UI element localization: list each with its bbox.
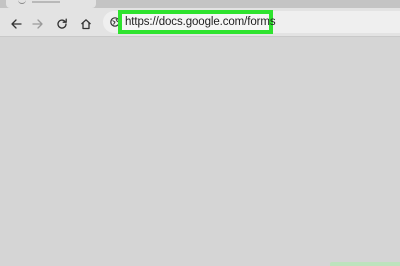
forward-button[interactable] bbox=[31, 17, 45, 31]
tab-title bbox=[32, 1, 60, 3]
browser-window: https://docs.google.com/forms bbox=[0, 0, 400, 266]
url-text[interactable]: https://docs.google.com/forms bbox=[125, 14, 276, 30]
back-arrow-icon bbox=[11, 19, 22, 29]
home-icon bbox=[81, 19, 91, 30]
reload-icon bbox=[57, 18, 67, 29]
browser-tab[interactable] bbox=[6, 0, 96, 8]
corner-element bbox=[330, 262, 400, 266]
reload-button[interactable] bbox=[55, 17, 69, 31]
tab-favicon-icon bbox=[18, 0, 26, 4]
forward-arrow-icon bbox=[32, 19, 43, 29]
home-button[interactable] bbox=[79, 17, 93, 31]
back-button[interactable] bbox=[9, 17, 23, 31]
tab-strip bbox=[0, 0, 400, 8]
page-content-area bbox=[0, 37, 400, 266]
